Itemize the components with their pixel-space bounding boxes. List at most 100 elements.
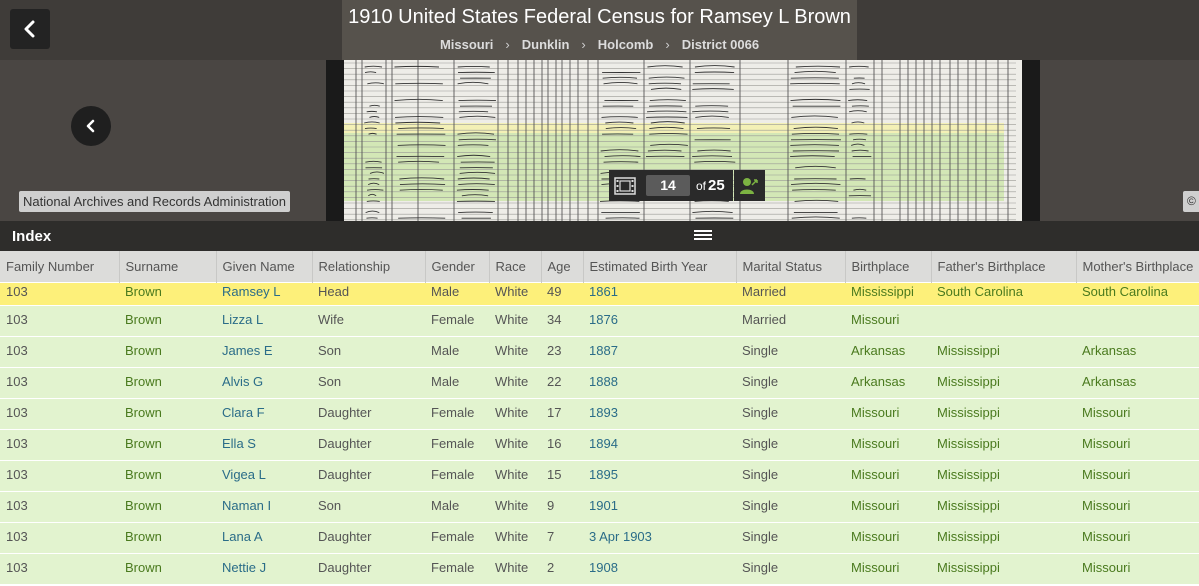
column-header-gen[interactable]: Gender xyxy=(425,251,490,282)
cell-mbp: Missouri xyxy=(1076,459,1199,491)
column-header-birth[interactable]: Estimated Birth Year xyxy=(583,251,737,282)
person-button[interactable] xyxy=(733,170,765,201)
cell-race: White xyxy=(489,335,541,367)
chevron-left-icon xyxy=(86,119,95,133)
table-row[interactable]: 103 Brown Lizza L Wife Female White 34 1876 Marr… xyxy=(0,304,1199,336)
image-viewer: 1910 United States Federal Census for Ra… xyxy=(0,0,1199,221)
cell-race: White xyxy=(489,521,541,553)
cell-giv: Ramsey L xyxy=(216,281,312,305)
cell-mbp: South Carolina xyxy=(1076,281,1199,305)
cell-fbp: Mississippi xyxy=(931,397,1076,429)
column-header-bp[interactable]: Birthplace xyxy=(845,251,932,282)
cell-bp: Missouri xyxy=(845,521,931,553)
cell-gen: Female xyxy=(425,459,489,491)
column-header-age[interactable]: Age xyxy=(541,251,584,282)
breadcrumb-county[interactable]: Dunklin xyxy=(522,37,570,52)
cell-mbp: Missouri xyxy=(1076,521,1199,553)
cell-fbp xyxy=(931,304,1076,336)
cell-bp: Missouri xyxy=(845,428,931,460)
cell-fam: 103 xyxy=(0,459,119,491)
cell-race: White xyxy=(489,552,541,584)
page-number-input[interactable]: 14 xyxy=(646,175,690,196)
column-header-sur[interactable]: Surname xyxy=(119,251,217,282)
cell-fbp: Mississippi xyxy=(931,366,1076,398)
cell-gen: Female xyxy=(425,304,489,336)
cell-sur: Brown xyxy=(119,397,216,429)
breadcrumb-separator: › xyxy=(581,37,586,52)
breadcrumb-district[interactable]: District 0066 xyxy=(682,37,759,52)
cell-race: White xyxy=(489,397,541,429)
cell-gen: Female xyxy=(425,521,489,553)
column-header-giv[interactable]: Given Name xyxy=(216,251,313,282)
cell-fbp: Mississippi xyxy=(931,459,1076,491)
filmstrip-button[interactable] xyxy=(609,170,640,201)
cell-fbp: South Carolina xyxy=(931,281,1076,305)
cell-birth: 1888 xyxy=(583,366,736,398)
cell-giv: Lana A xyxy=(216,521,312,553)
cell-bp: Missouri xyxy=(845,459,931,491)
column-header-mbp[interactable]: Mother's Birthplace xyxy=(1076,251,1199,282)
table-row[interactable]: 103 Brown Vigea L Daughter Female White 15 1895… xyxy=(0,459,1199,491)
cell-age: 16 xyxy=(541,428,583,460)
cell-gen: Male xyxy=(425,335,489,367)
cell-mar: Single xyxy=(736,521,845,553)
cell-race: White xyxy=(489,304,541,336)
hamburger-menu-icon xyxy=(694,234,712,236)
cell-birth: 1887 xyxy=(583,335,736,367)
breadcrumb-state[interactable]: Missouri xyxy=(440,37,493,52)
image-source-credit: National Archives and Records Administra… xyxy=(19,191,291,212)
table-row[interactable]: 103 Brown Naman I Son Male White 9 1901 Single Mi… xyxy=(0,490,1199,522)
cell-rel: Son xyxy=(312,366,425,398)
column-header-mar[interactable]: Marital Status xyxy=(736,251,846,282)
index-table: Family Number Surname Given Name Relationsh… xyxy=(0,251,1199,584)
cell-race: White xyxy=(489,490,541,522)
column-header-rel[interactable]: Relationship xyxy=(312,251,426,282)
table-row[interactable]: 103 Brown Nettie J Daughter Female White 2 1908… xyxy=(0,552,1199,584)
cell-gen: Male xyxy=(425,281,489,305)
cell-mbp: Missouri xyxy=(1076,428,1199,460)
table-row-selected[interactable]: 103 Brown Ramsey L Head Male White 49 1861 Marri… xyxy=(0,281,1199,305)
cell-giv: Clara F xyxy=(216,397,312,429)
table-row[interactable]: 103 Brown Clara F Daughter Female White 17 1893… xyxy=(0,397,1199,429)
chevron-left-icon xyxy=(24,20,35,38)
cell-age: 34 xyxy=(541,304,583,336)
cell-mbp: Missouri xyxy=(1076,552,1199,584)
table-row[interactable]: 103 Brown Alvis G Son Male White 22 1888 Single A… xyxy=(0,366,1199,398)
cell-gen: Male xyxy=(425,366,489,398)
back-button[interactable] xyxy=(10,9,50,49)
table-row[interactable]: 103 Brown Ella S Daughter Female White 16 1894 S… xyxy=(0,428,1199,460)
cell-age: 49 xyxy=(541,281,583,305)
cell-sur: Brown xyxy=(119,366,216,398)
column-header-race[interactable]: Race xyxy=(489,251,542,282)
cell-birth: 1893 xyxy=(583,397,736,429)
previous-image-button[interactable] xyxy=(71,106,111,146)
cell-age: 9 xyxy=(541,490,583,522)
cell-giv: Ella S xyxy=(216,428,312,460)
page-of-label: of xyxy=(696,178,707,193)
column-header-fam[interactable]: Family Number xyxy=(0,251,120,282)
table-row[interactable]: 103 Brown Lana A Daughter Female White 7 3 Apr … xyxy=(0,521,1199,553)
cell-fam: 103 xyxy=(0,397,119,429)
cell-mar: Single xyxy=(736,459,845,491)
cell-mar: Single xyxy=(736,428,845,460)
table-row[interactable]: 103 Brown James E Son Male White 23 1887 Single A… xyxy=(0,335,1199,367)
cell-birth: 1895 xyxy=(583,459,736,491)
cell-rel: Daughter xyxy=(312,459,425,491)
cell-race: White xyxy=(489,459,541,491)
cell-giv: Nettie J xyxy=(216,552,312,584)
cell-mar: Single xyxy=(736,490,845,522)
cell-fbp: Mississippi xyxy=(931,521,1076,553)
breadcrumb: Missouri › Dunklin › Holcomb › District 0066 xyxy=(0,37,1199,52)
cell-bp: Arkansas xyxy=(845,335,931,367)
cell-fam: 103 xyxy=(0,490,119,522)
cell-fbp: Mississippi xyxy=(931,552,1076,584)
column-header-fbp[interactable]: Father's Birthplace xyxy=(931,251,1077,282)
hamburger-menu-button[interactable] xyxy=(692,228,714,244)
hamburger-menu-icon xyxy=(694,230,712,232)
breadcrumb-township[interactable]: Holcomb xyxy=(598,37,654,52)
cell-gen: Male xyxy=(425,490,489,522)
cell-fbp: Mississippi xyxy=(931,428,1076,460)
cell-mbp: Missouri xyxy=(1076,490,1199,522)
cell-birth: 1861 xyxy=(583,281,736,305)
cell-mbp xyxy=(1076,304,1199,336)
